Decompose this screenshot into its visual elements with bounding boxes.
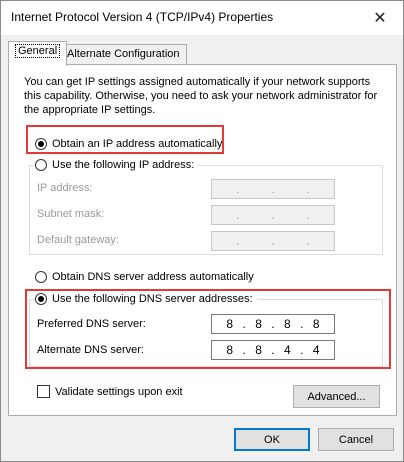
close-icon: ✕ bbox=[373, 10, 387, 27]
default-gateway-field[interactable]: ... bbox=[211, 231, 335, 251]
tab-alternate-configuration[interactable]: Alternate Configuration bbox=[60, 44, 187, 64]
ip-manual-label: Use the following IP address: bbox=[52, 159, 195, 171]
alternate-dns-label: Alternate DNS server: bbox=[37, 344, 144, 356]
alternate-dns-octet-3: 4 bbox=[284, 343, 291, 357]
validate-checkbox[interactable]: Validate settings upon exit bbox=[37, 385, 183, 398]
dns-auto-radio[interactable]: Obtain DNS server address automatically bbox=[35, 269, 254, 285]
description-text: You can get IP settings assigned automat… bbox=[24, 76, 378, 116]
subnet-mask-field[interactable]: ... bbox=[211, 205, 335, 225]
properties-dialog: Internet Protocol Version 4 (TCP/IPv4) P… bbox=[0, 0, 404, 462]
preferred-dns-octet-3: 8 bbox=[284, 317, 291, 331]
dns-auto-radio-indicator[interactable] bbox=[35, 271, 47, 283]
preferred-dns-octet-1: 8 bbox=[226, 317, 234, 331]
default-gateway-label: Default gateway: bbox=[37, 234, 119, 246]
ok-button-label: OK bbox=[264, 433, 280, 446]
preferred-dns-octet-2: 8 bbox=[255, 317, 262, 331]
validate-checkbox-box[interactable] bbox=[37, 385, 50, 398]
cancel-button[interactable]: Cancel bbox=[318, 428, 394, 451]
alternate-dns-octet-4: 4 bbox=[312, 343, 320, 357]
dns-manual-radio-indicator[interactable] bbox=[35, 293, 47, 305]
preferred-dns-octet-4: 8 bbox=[312, 317, 320, 331]
validate-label: Validate settings upon exit bbox=[55, 385, 183, 398]
subnet-mask-label: Subnet mask: bbox=[37, 208, 105, 220]
ok-button[interactable]: OK bbox=[234, 428, 310, 451]
tab-general[interactable]: General bbox=[8, 41, 68, 66]
dns-manual-label: Use the following DNS server addresses: bbox=[52, 293, 253, 305]
advanced-button-label: Advanced... bbox=[307, 390, 366, 403]
close-button[interactable]: ✕ bbox=[357, 1, 403, 35]
preferred-dns-label: Preferred DNS server: bbox=[37, 318, 146, 330]
dialog-title: Internet Protocol Version 4 (TCP/IPv4) P… bbox=[11, 10, 274, 24]
ip-auto-radio-indicator[interactable] bbox=[35, 138, 47, 150]
alternate-dns-octet-1: 8 bbox=[226, 343, 234, 357]
cancel-button-label: Cancel bbox=[338, 433, 374, 446]
alternate-dns-field[interactable]: 8. 8. 4. 4 bbox=[211, 340, 335, 360]
title-bar: Internet Protocol Version 4 (TCP/IPv4) P… bbox=[1, 1, 403, 35]
preferred-dns-field[interactable]: 8. 8. 8. 8 bbox=[211, 314, 335, 334]
ip-address-field[interactable]: ... bbox=[211, 179, 335, 199]
ip-auto-label: Obtain an IP address automatically bbox=[52, 138, 223, 150]
ip-manual-radio[interactable]: Use the following IP address: bbox=[35, 157, 199, 173]
ip-manual-radio-indicator[interactable] bbox=[35, 159, 47, 171]
dns-auto-label: Obtain DNS server address automatically bbox=[52, 271, 254, 283]
general-panel: You can get IP settings assigned automat… bbox=[8, 64, 397, 416]
advanced-button[interactable]: Advanced... bbox=[293, 385, 380, 408]
dns-manual-radio[interactable]: Use the following DNS server addresses: bbox=[35, 291, 257, 307]
tab-alternate-configuration-label: Alternate Configuration bbox=[67, 48, 180, 60]
tab-general-label: General bbox=[15, 44, 61, 58]
ip-auto-radio[interactable]: Obtain an IP address automatically bbox=[35, 136, 222, 152]
alternate-dns-octet-2: 8 bbox=[255, 343, 262, 357]
ip-address-label: IP address: bbox=[37, 182, 93, 194]
